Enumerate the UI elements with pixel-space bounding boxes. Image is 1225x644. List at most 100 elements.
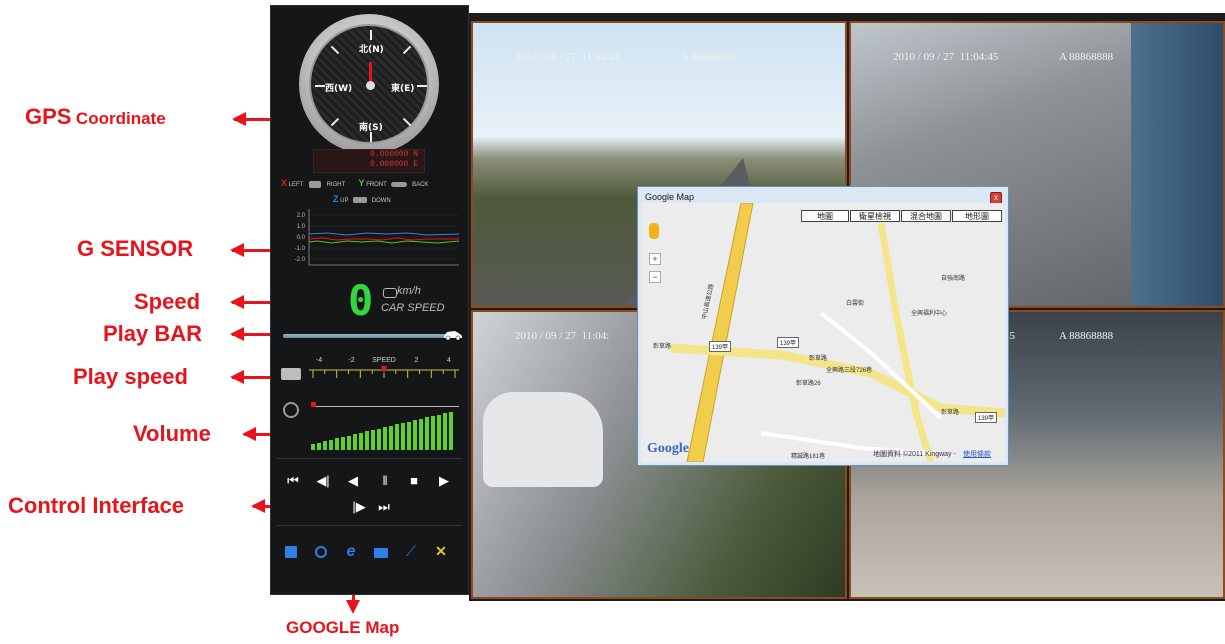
play-button[interactable]: ▶	[434, 473, 454, 489]
car-top-icon	[308, 180, 321, 188]
volume-bar[interactable]	[329, 439, 333, 450]
volume-bars[interactable]	[311, 408, 459, 450]
volume-bar[interactable]	[335, 438, 339, 450]
speed-value: 0	[348, 276, 374, 325]
speed-annotation: Speed	[134, 289, 201, 314]
map-label: 精誠路181巷	[791, 454, 826, 460]
google-map-title: Google Map	[645, 192, 695, 202]
gsensor-y-tick: -2.0	[295, 257, 306, 263]
volume-bar[interactable]	[395, 424, 399, 450]
stop-button[interactable]: ■	[404, 473, 424, 488]
map-label: 彰草路	[653, 344, 672, 350]
volume-bar[interactable]	[431, 416, 435, 450]
gsensor-graph: 2.0 1.0 0.0 -1.0 -2.0	[295, 209, 459, 266]
volume-bar[interactable]	[377, 428, 381, 450]
zoom-in-button[interactable]: +	[649, 253, 661, 265]
video-2-osd-datetime: 2010 / 09 / 27 11:04:45	[893, 51, 999, 63]
volume-bar[interactable]	[323, 441, 327, 450]
video-1-osd-plate: A 88868888	[681, 51, 736, 63]
gsensor-z-line	[308, 232, 459, 236]
volume-bar[interactable]	[359, 432, 363, 450]
map-canvas[interactable]: 地圖 衛星檢視 混合地圖 地形圖 + − 中山高速公路 彰草路 139甲 139…	[641, 203, 1005, 462]
gsensor-legend-z: Z UP DOWN	[333, 194, 391, 204]
settings-icon[interactable]	[311, 543, 331, 563]
pegman-icon[interactable]	[649, 223, 659, 239]
volume-bar[interactable]	[311, 444, 315, 450]
gps-annotation: GPS Coordinate	[25, 104, 166, 129]
compass-north: 北(N)	[359, 45, 384, 55]
volume-bar[interactable]	[443, 413, 447, 450]
google-map-window[interactable]: Google Map x 地圖 衛星檢視 混合地圖 地形圖 + − 中山高速公路…	[637, 186, 1009, 466]
map-type-map[interactable]: 地圖	[801, 210, 849, 222]
video-1-osd-datetime: 2010 / 09 / 27 11:04:45	[515, 51, 621, 63]
gsensor-y-tick: 0.0	[297, 235, 306, 241]
first-frame-button[interactable]: ⏮	[283, 473, 303, 489]
map-label: 全興福利中心	[911, 311, 948, 317]
car-icon	[383, 288, 397, 298]
google-logo: Google	[647, 441, 689, 456]
volume-knob-icon[interactable]	[283, 402, 299, 418]
volume-max-marker	[311, 402, 316, 407]
volume-bar[interactable]	[407, 421, 411, 450]
video-2-osd-plate: A 88868888	[1059, 51, 1114, 63]
gsensor-y-tick: 2.0	[297, 213, 306, 219]
compass-west: 西(W)	[325, 84, 353, 94]
panel-divider	[277, 525, 462, 526]
compass-south: 南(S)	[359, 123, 383, 133]
map-label: 白雲街	[846, 301, 865, 307]
map-copyright: 地圖資料 ©2011 Kingway -	[873, 451, 956, 458]
map-type-terrain[interactable]: 地形圖	[952, 210, 1002, 222]
volume-bar[interactable]	[347, 435, 351, 450]
play-speed-label: SPEED	[372, 357, 396, 364]
play-bar-car-handle[interactable]	[443, 328, 463, 340]
play-speed-label: -4	[316, 357, 322, 364]
reverse-play-button[interactable]: ◀	[343, 473, 363, 489]
map-type-hybrid[interactable]: 混合地圖	[901, 210, 951, 222]
volume-bar[interactable]	[353, 434, 357, 450]
volume-bar[interactable]	[413, 420, 417, 450]
volume-bar[interactable]	[389, 425, 393, 450]
play-bar-annotation: Play BAR	[103, 321, 203, 346]
step-back-button[interactable]: ◀|	[313, 473, 333, 489]
volume-bar[interactable]	[341, 437, 345, 450]
compass-east: 東(E)	[391, 84, 415, 94]
browser-icon[interactable]: e	[341, 543, 361, 563]
play-bar-track[interactable]	[283, 334, 446, 338]
volume-bar[interactable]	[419, 418, 423, 450]
video-3-osd-datetime: 2010 / 09 / 27 11:04:	[515, 330, 610, 342]
pause-button[interactable]: ‖	[375, 473, 395, 488]
last-frame-button[interactable]: ⏭	[374, 499, 394, 515]
play-speed-annotation: Play speed	[73, 364, 188, 389]
volume-bar[interactable]	[365, 431, 369, 450]
volume-bar[interactable]	[425, 417, 429, 450]
zoom-out-button[interactable]: −	[649, 271, 661, 283]
volume-bar[interactable]	[371, 430, 375, 450]
volume-slider-line[interactable]	[311, 406, 459, 407]
folder-icon[interactable]	[371, 543, 391, 563]
step-forward-button[interactable]: |▶	[349, 499, 369, 515]
gsensor-y-line	[308, 240, 459, 244]
speed-unit: km/h	[397, 285, 421, 297]
google-map-arrowhead	[346, 600, 360, 614]
compass-hub	[366, 81, 375, 90]
save-icon[interactable]	[281, 543, 301, 563]
gsensor-y-tick: -1.0	[295, 246, 306, 252]
wrench-icon[interactable]: ⟋	[401, 543, 421, 563]
compass-face: 北(N) 南(S) 西(W) 東(E)	[309, 24, 429, 144]
volume-bar[interactable]	[317, 442, 321, 450]
map-terms-link[interactable]: 使用條款	[963, 449, 991, 459]
car-front-icon	[353, 197, 368, 204]
volume-bar[interactable]	[449, 411, 453, 450]
map-type-satellite[interactable]: 衛星檢視	[850, 210, 900, 222]
play-speed-label: -2	[348, 357, 354, 364]
g-sensor-annotation: G SENSOR	[77, 236, 194, 261]
white-car	[483, 392, 603, 487]
volume-bar[interactable]	[437, 414, 441, 450]
volume-bar[interactable]	[383, 427, 387, 450]
google-map-annotation: GOOGLE Map	[286, 618, 400, 637]
map-label: 彰草路	[809, 356, 828, 362]
gps-longitude: 0.000000 E	[369, 160, 418, 169]
volume-bar[interactable]	[401, 423, 405, 450]
tools-icon[interactable]: ✕	[431, 543, 451, 563]
play-speed-scale[interactable]: -4 -2 SPEED 2 4	[309, 354, 459, 392]
